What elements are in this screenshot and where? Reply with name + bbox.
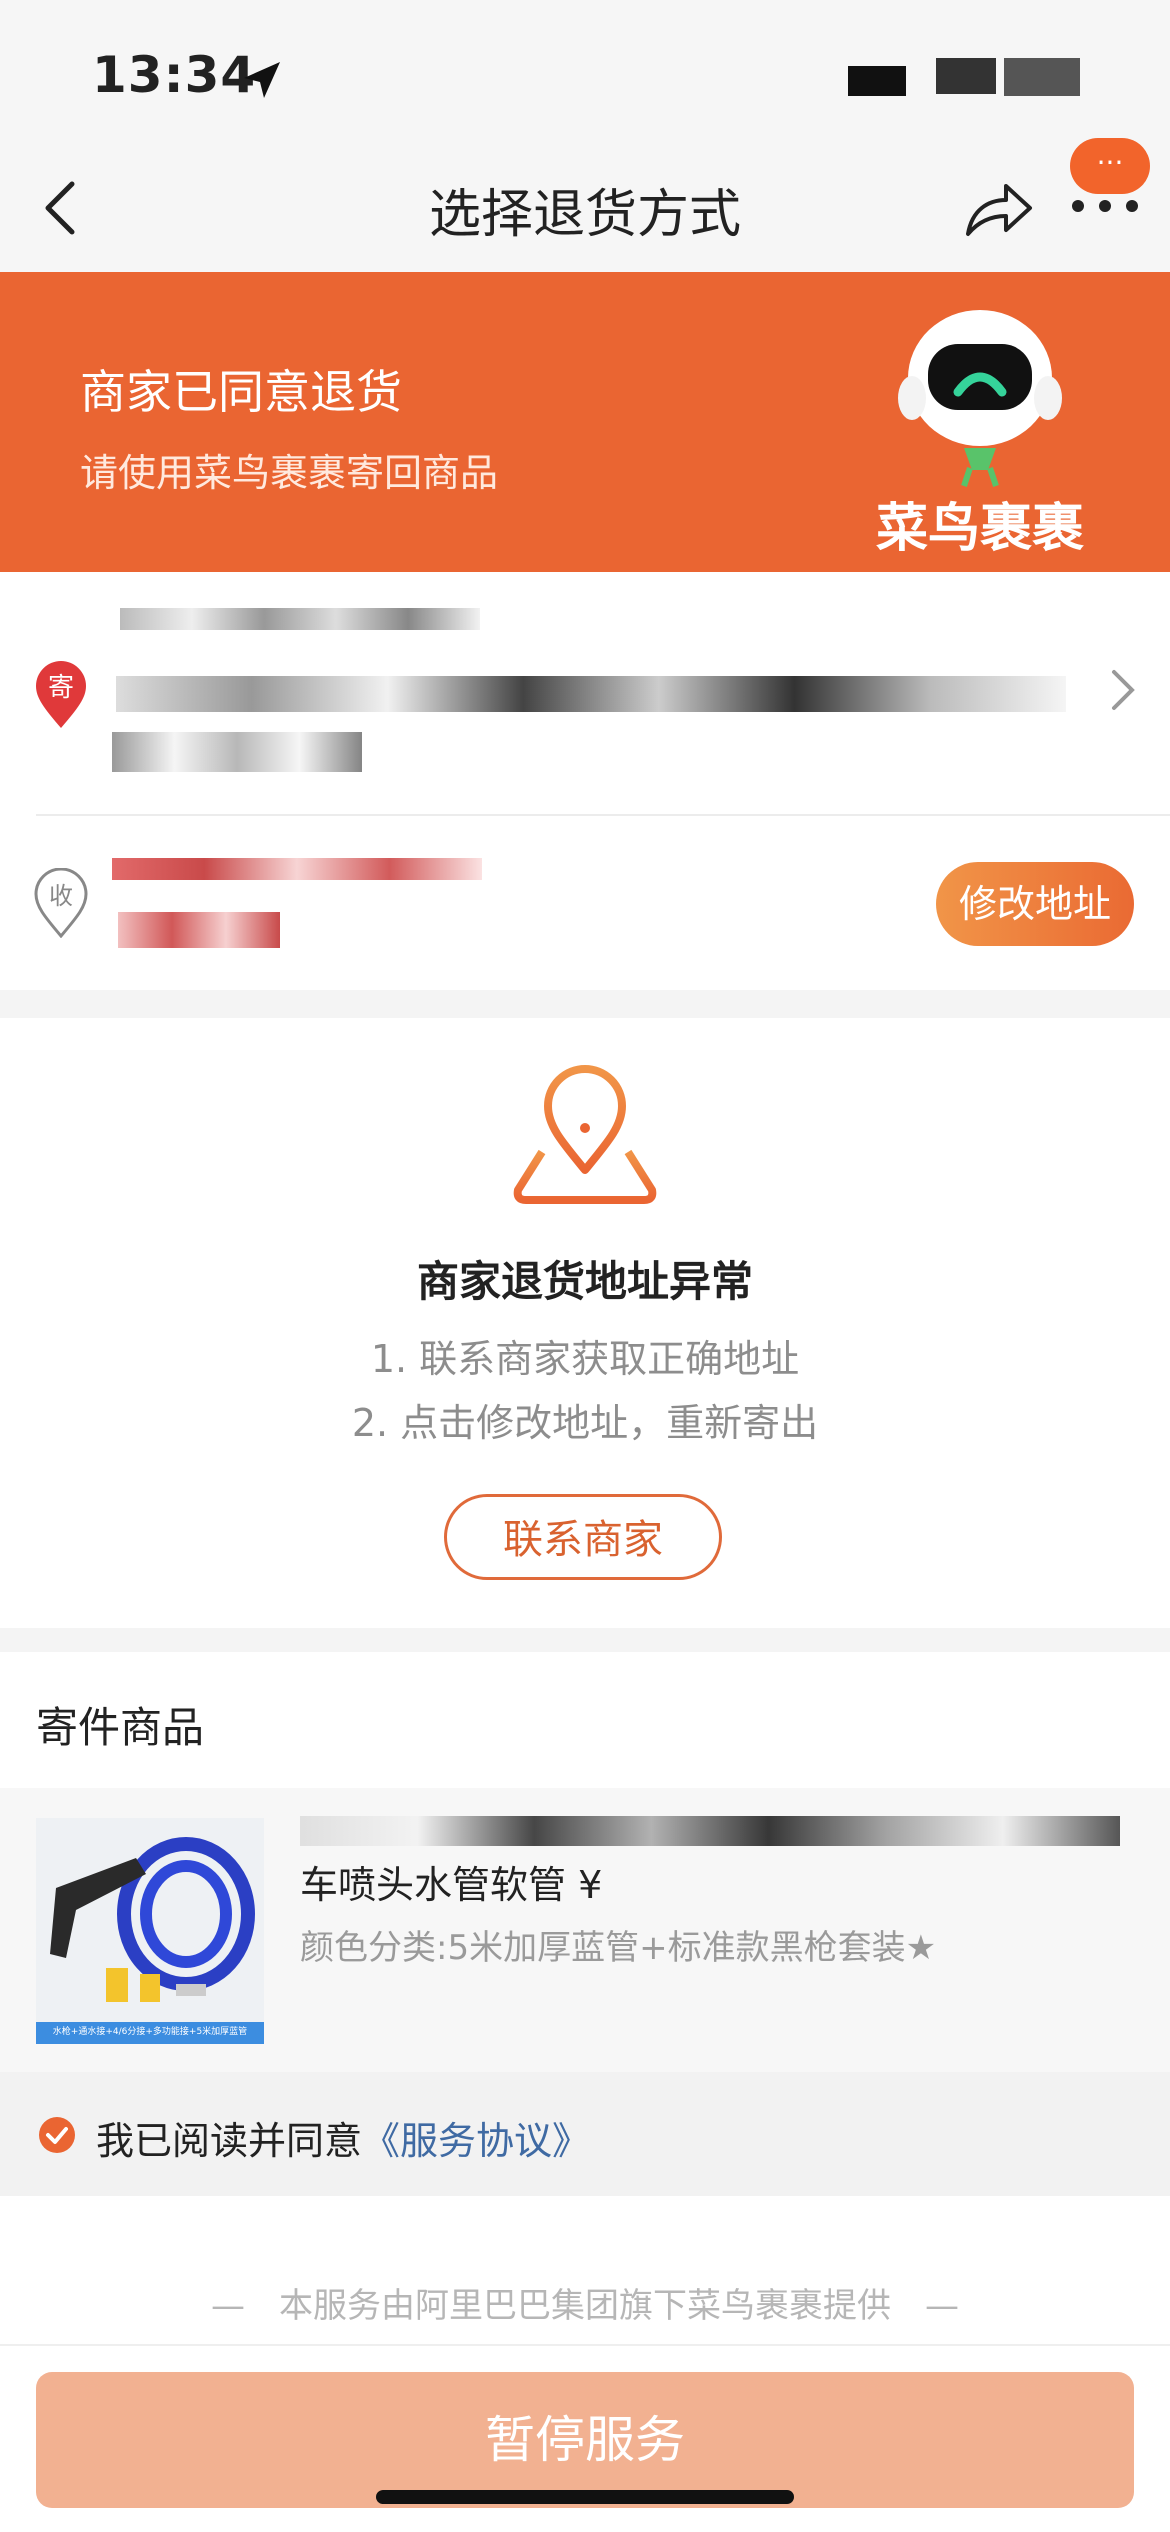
provider-note: — 本服务由阿里巴巴集团旗下菜鸟裹裹提供 — — [211, 2286, 959, 2326]
address-divider — [36, 814, 1170, 816]
service-agreement-link[interactable]: 《服务协议》 — [362, 2119, 590, 2163]
receiver-pin-icon: 收 — [34, 868, 88, 938]
sender-address-redacted-2 — [112, 732, 362, 772]
share-icon[interactable] — [962, 176, 1036, 240]
product-thumbnail: 水枪+通水接+4/6分接+多功能接+5米加厚蓝管 — [36, 1818, 264, 2044]
error-step-2: 2. 点击修改地址，重新寄出 — [351, 1401, 819, 1445]
error-title: 商家退货地址异常 — [416, 1257, 753, 1306]
cainiao-mascot-icon — [898, 310, 1062, 487]
product-title-redacted — [300, 1816, 1120, 1846]
sender-address-redacted — [116, 676, 1066, 712]
signal-icon — [848, 66, 906, 96]
sender-badge: 寄 — [48, 673, 74, 703]
receiver-name-redacted — [112, 858, 482, 880]
receiver-address-redacted — [118, 912, 280, 948]
receiver-badge: 收 — [49, 882, 73, 910]
hose-product-image — [36, 1837, 264, 2044]
more-icon[interactable] — [1068, 186, 1142, 226]
pause-service-button[interactable]: 暂停服务 — [36, 2372, 1134, 2508]
checkbox-checked-icon[interactable] — [38, 2116, 76, 2154]
cainiao-logo-text: 菜鸟裹裹 — [875, 499, 1084, 559]
edit-address-button[interactable]: 修改地址 — [936, 862, 1134, 946]
sender-pin-icon: 寄 — [36, 661, 86, 728]
product-name: 车喷头水管软管 ¥ — [300, 1863, 603, 1907]
error-step-1: 1. 联系商家获取正确地址 — [370, 1337, 800, 1381]
battery-icon — [1004, 58, 1080, 96]
product-sku: 颜色分类:5米加厚蓝管+标准款黑枪套装★ — [300, 1928, 937, 1968]
wifi-icon — [936, 58, 996, 94]
agreement-text: 我已阅读并同意《服务协议》 — [96, 2110, 590, 2165]
home-indicator — [376, 2490, 794, 2504]
location-arrow-icon — [244, 62, 280, 98]
product-thumbnail-caption: 水枪+通水接+4/6分接+多功能接+5米加厚蓝管 — [52, 2027, 248, 2037]
goods-section-label: 寄件商品 — [36, 1703, 205, 1752]
footer-divider — [0, 2344, 1170, 2346]
banner-title: 商家已同意退货 — [80, 365, 402, 419]
sender-name-redacted — [120, 608, 480, 630]
status-time: 13:34 — [92, 46, 257, 104]
chevron-right-icon[interactable] — [1108, 666, 1138, 714]
banner-subtitle: 请使用菜鸟裹裹寄回商品 — [80, 451, 499, 495]
location-warning-icon — [513, 1065, 657, 1204]
agreement-prefix: 我已阅读并同意 — [96, 2119, 363, 2163]
cainiao-logo: 菜鸟裹裹 — [872, 300, 1088, 559]
contact-merchant-button[interactable]: 联系商家 — [444, 1494, 722, 1580]
